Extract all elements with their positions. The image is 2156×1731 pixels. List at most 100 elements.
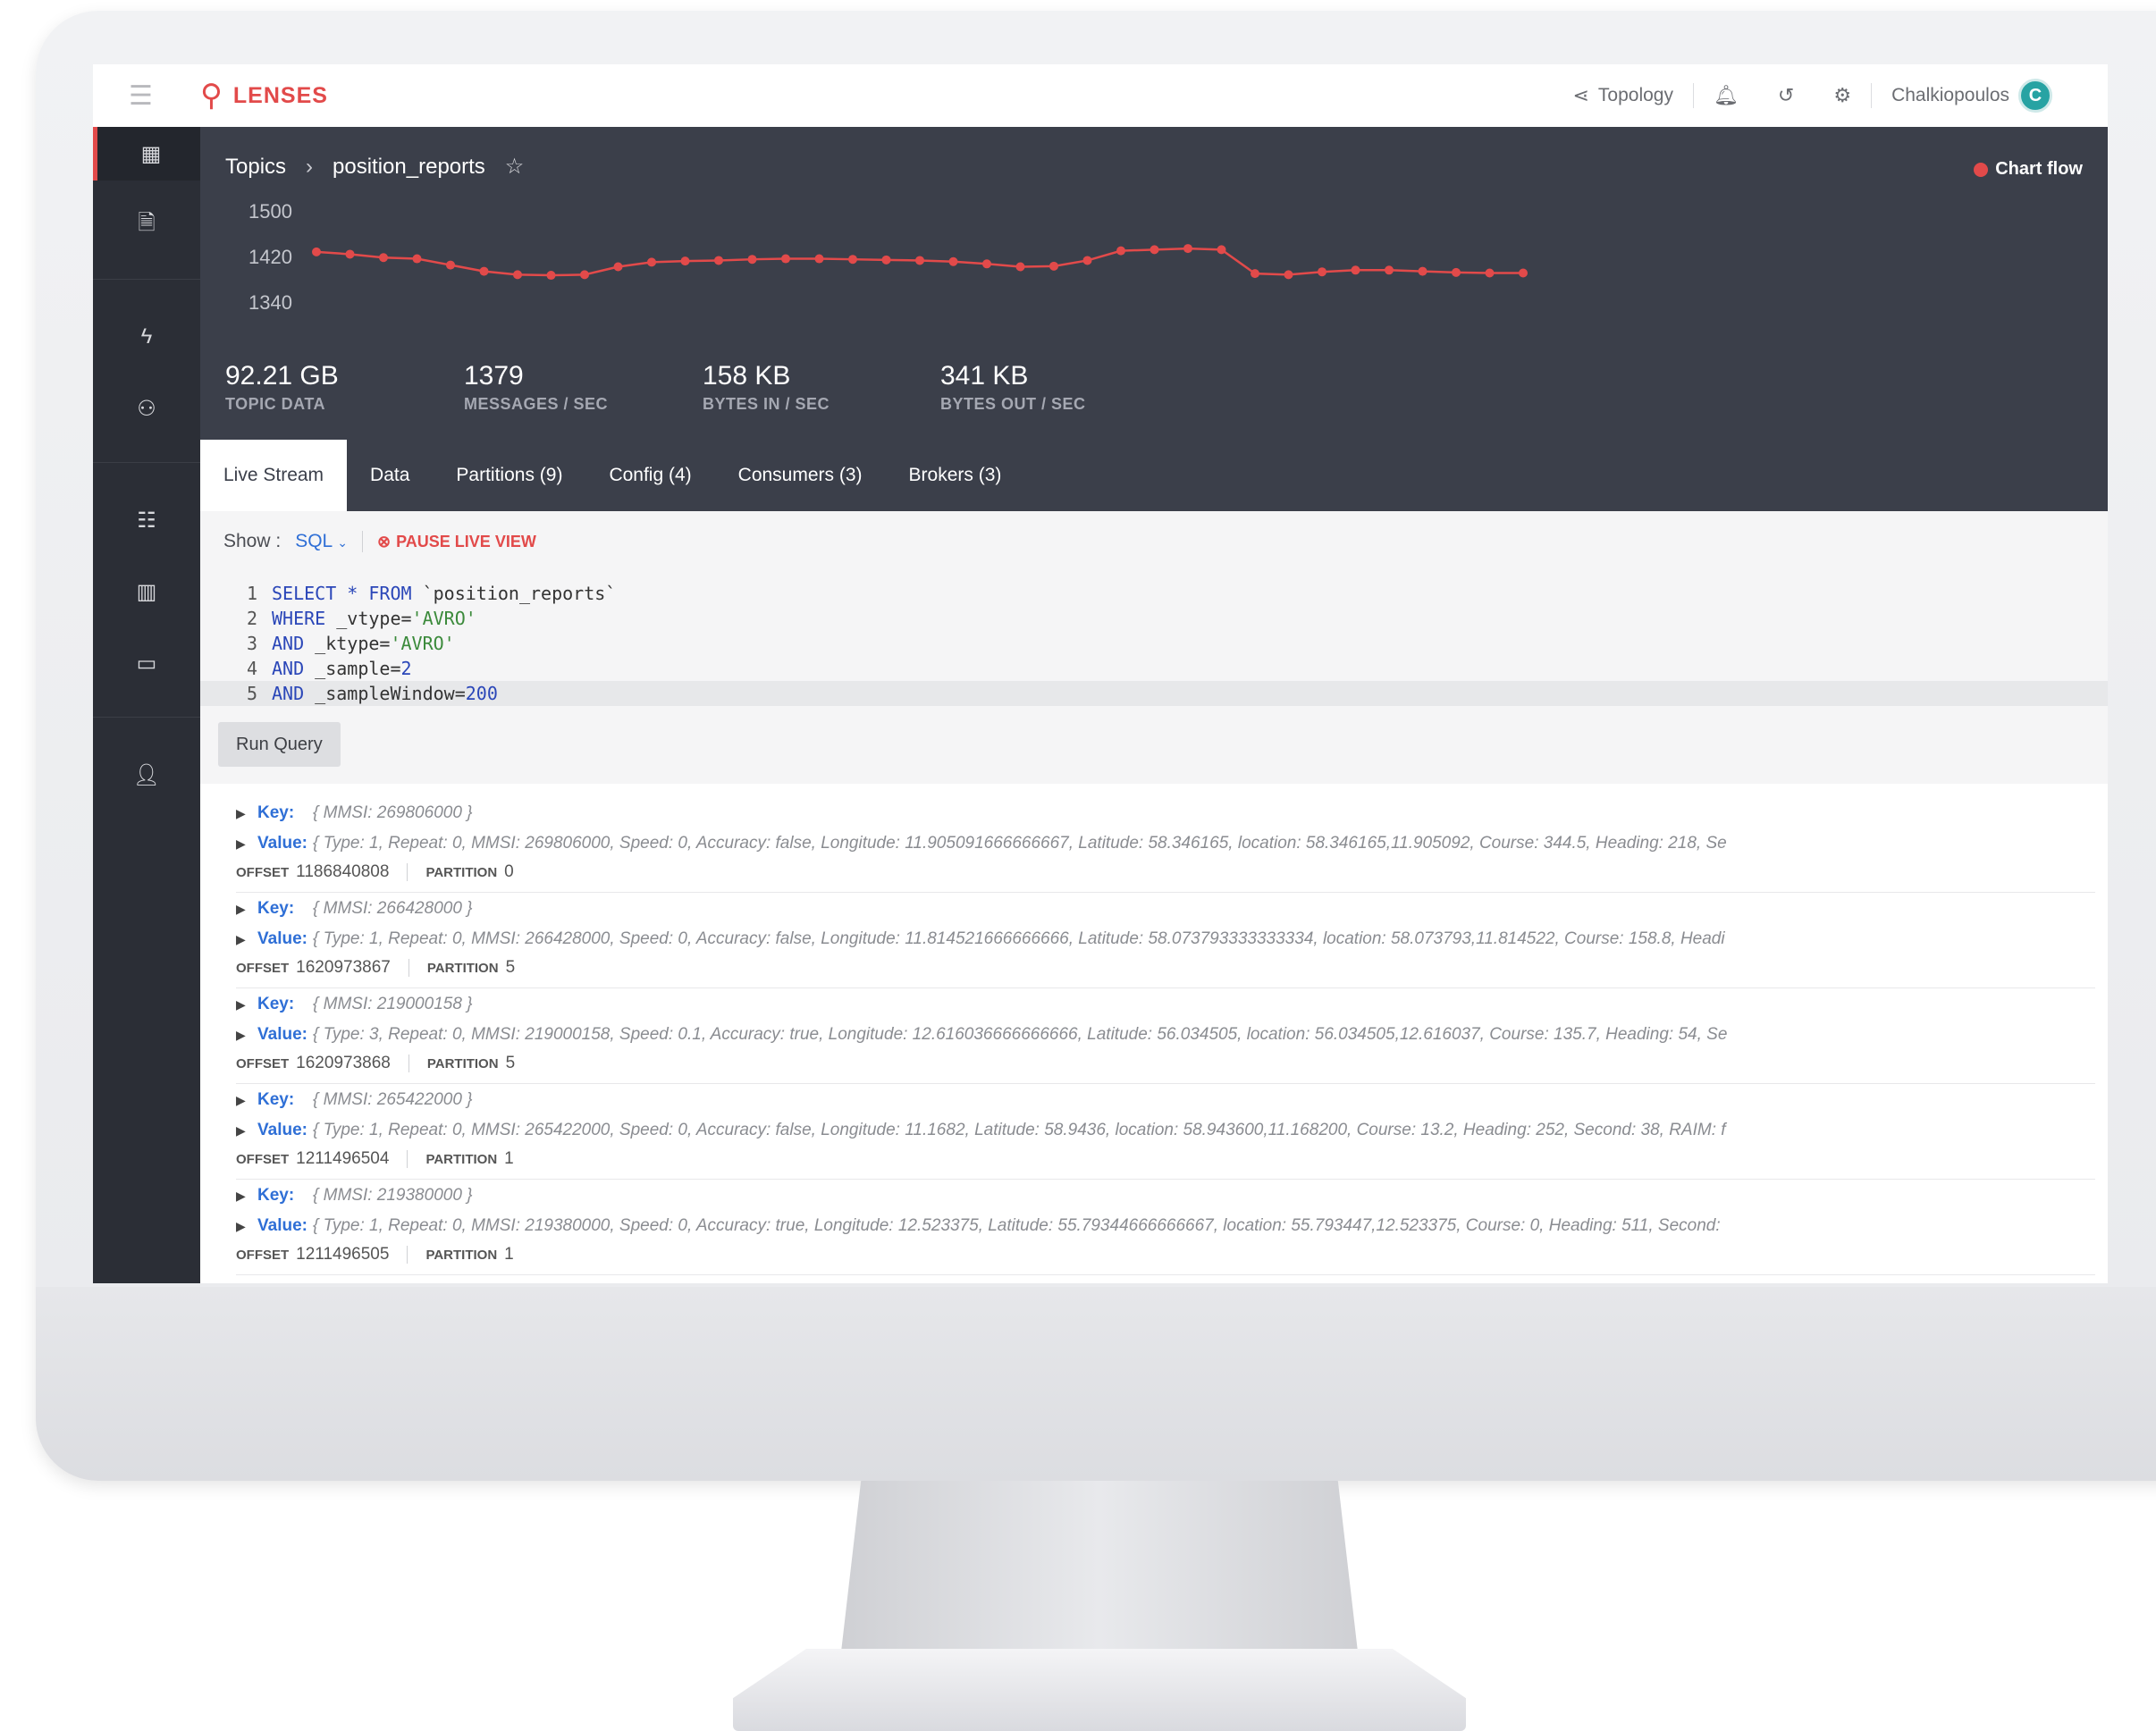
sidebar-item-config[interactable]: ☷: [93, 493, 200, 547]
sidebar-divider: [93, 717, 200, 718]
record-key-row[interactable]: ▶ Key: { MMSI: 269806000 }: [236, 801, 473, 826]
record-item: ▶ Key: { MMSI: 269806000 } ▶ Value: { Ty…: [236, 797, 2095, 893]
record-value: { Type: 3, Repeat: 0, MMSI: 219000158, S…: [313, 1025, 1728, 1044]
tab-data[interactable]: Data: [347, 440, 433, 511]
line-number: 5: [246, 683, 257, 704]
partition-value: 1: [504, 1245, 514, 1264]
offset-value: 1620973867: [296, 958, 391, 977]
sidebar-item-monitor[interactable]: ▭: [93, 636, 200, 690]
expand-caret-icon[interactable]: ▶: [236, 806, 257, 821]
breadcrumb-separator: ›: [306, 154, 314, 179]
topology-link[interactable]: ⋖ Topology: [1553, 84, 1693, 107]
expand-caret-icon[interactable]: ▶: [236, 902, 257, 917]
document-icon: 🗎: [138, 210, 156, 235]
sidebar-item-connectors[interactable]: ⚇: [93, 382, 200, 435]
sidebar-item-schemas[interactable]: 🗎: [93, 198, 200, 252]
stat-topic-data: 92.21 GB TOPIC DATA: [225, 361, 339, 414]
sidebar-item-processors[interactable]: ϟ: [93, 310, 200, 364]
tab-live-stream[interactable]: Live Stream: [200, 440, 348, 511]
pause-live-view-button[interactable]: ⊗ PAUSE LIVE VIEW: [377, 533, 536, 551]
sliders-icon: ☷: [137, 508, 156, 533]
data-point: [781, 254, 790, 264]
divider: [407, 863, 408, 881]
app-logo[interactable]: ⚲ LENSES: [200, 64, 328, 127]
y-tick-label: 1340: [248, 291, 292, 314]
key-label: Key:: [257, 899, 295, 918]
chevron-down-icon: ⌄: [337, 535, 349, 550]
code-line: 4 AND _sample= 2: [200, 656, 2108, 681]
sidebar-item-topics[interactable]: ▦: [93, 127, 205, 181]
expand-caret-icon[interactable]: ▶: [236, 932, 257, 947]
record-item: ▶ Key: { MMSI: 266428000 } ▶ Value: { Ty…: [236, 893, 2095, 988]
chart-flow-label: Chart flow: [1995, 159, 2083, 179]
record-key-row[interactable]: ▶ Key: { MMSI: 219380000 }: [236, 1183, 473, 1208]
sidebar-item-metrics[interactable]: ▥: [93, 565, 200, 618]
record-value-row[interactable]: ▶ Value: { Type: 3, Repeat: 0, MMSI: 219…: [236, 1022, 2068, 1047]
sql-text: `position_reports`: [411, 583, 617, 604]
expand-caret-icon[interactable]: ▶: [236, 1219, 257, 1234]
sql-text: _ktype=: [304, 633, 391, 654]
run-query-button[interactable]: Run Query: [218, 722, 341, 767]
data-point: [814, 254, 824, 264]
menu-icon[interactable]: ☰: [129, 64, 153, 127]
data-point: [312, 247, 321, 256]
record-item: ▶ Key: { MMSI: 219380000 } ▶ Value: { Ty…: [236, 1180, 2095, 1275]
partition-label: PARTITION: [425, 1247, 498, 1263]
data-point: [546, 271, 556, 281]
show-mode-select[interactable]: SQL ⌄: [295, 531, 348, 552]
offset-label: OFFSET: [236, 864, 290, 880]
expand-caret-icon[interactable]: ▶: [236, 997, 257, 1013]
bar-chart-icon: ▥: [136, 579, 157, 604]
tab-partitions[interactable]: Partitions (9): [433, 440, 585, 511]
sql-editor[interactable]: 1 SELECT * FROM `position_reports` 2 WHE…: [200, 581, 2108, 706]
sql-text: _sampleWindow=: [304, 683, 466, 704]
settings-button[interactable]: ⚙: [1814, 84, 1871, 107]
data-point: [1318, 267, 1326, 277]
key-label: Key:: [257, 1090, 295, 1109]
record-value-row[interactable]: ▶ Value: { Type: 1, Repeat: 0, MMSI: 266…: [236, 927, 2068, 952]
tab-brokers[interactable]: Brokers (3): [886, 440, 1025, 511]
data-point: [580, 270, 589, 280]
sitemap-icon: ⚇: [137, 396, 156, 421]
data-point: [1150, 245, 1159, 255]
expand-caret-icon[interactable]: ▶: [236, 1093, 257, 1108]
offset-label: OFFSET: [236, 1247, 290, 1263]
divider: [407, 1246, 408, 1264]
record-value-row[interactable]: ▶ Value: { Type: 1, Repeat: 0, MMSI: 265…: [236, 1118, 2068, 1143]
gear-icon: ⚙: [1833, 84, 1852, 106]
offset-value: 1211496504: [296, 1149, 390, 1168]
sidebar-divider: [93, 462, 200, 463]
show-row: Show : SQL ⌄ ⊗ PAUSE LIVE VIEW: [223, 531, 536, 552]
history-button[interactable]: ↺: [1758, 84, 1814, 107]
chart-flow-toggle[interactable]: Chart flow: [1974, 159, 2083, 180]
tab-consumers[interactable]: Consumers (3): [715, 440, 886, 511]
stat-bytes-out: 341 KB BYTES OUT / SEC: [940, 361, 1086, 414]
user-menu[interactable]: Chalkiopoulos C: [1872, 79, 2072, 113]
divider: [362, 531, 364, 552]
record-value-row[interactable]: ▶ Value: { Type: 1, Repeat: 0, MMSI: 219…: [236, 1214, 2068, 1239]
stat-label: MESSAGES / SEC: [464, 395, 609, 413]
breadcrumb-topics[interactable]: Topics: [225, 155, 286, 180]
notifications-button[interactable]: 🔔︎: [1694, 84, 1758, 107]
pause-icon: ⊗: [377, 532, 392, 550]
data-point: [948, 256, 958, 266]
expand-caret-icon[interactable]: ▶: [236, 1028, 257, 1043]
sidebar-item-users[interactable]: 👤︎: [93, 748, 200, 802]
record-key-row[interactable]: ▶ Key: { MMSI: 265422000 }: [236, 1088, 473, 1113]
record-key-row[interactable]: ▶ Key: { MMSI: 219000158 }: [236, 992, 473, 1017]
record-value-row[interactable]: ▶ Value: { Type: 1, Repeat: 0, MMSI: 269…: [236, 831, 2068, 856]
data-point: [1116, 246, 1125, 256]
stat-label: BYTES OUT / SEC: [940, 395, 1086, 413]
avatar: C: [2018, 79, 2052, 113]
star-icon[interactable]: ☆: [505, 154, 525, 180]
data-point: [848, 255, 857, 265]
expand-caret-icon[interactable]: ▶: [236, 1189, 257, 1204]
partition-value: 0: [504, 862, 514, 881]
data-point: [881, 255, 891, 265]
tab-config[interactable]: Config (4): [585, 440, 714, 511]
expand-caret-icon[interactable]: ▶: [236, 836, 257, 852]
expand-caret-icon[interactable]: ▶: [236, 1123, 257, 1139]
sql-text: _vtype=: [325, 608, 412, 629]
pause-label: PAUSE LIVE VIEW: [396, 532, 536, 550]
record-key-row[interactable]: ▶ Key: { MMSI: 266428000 }: [236, 896, 473, 921]
